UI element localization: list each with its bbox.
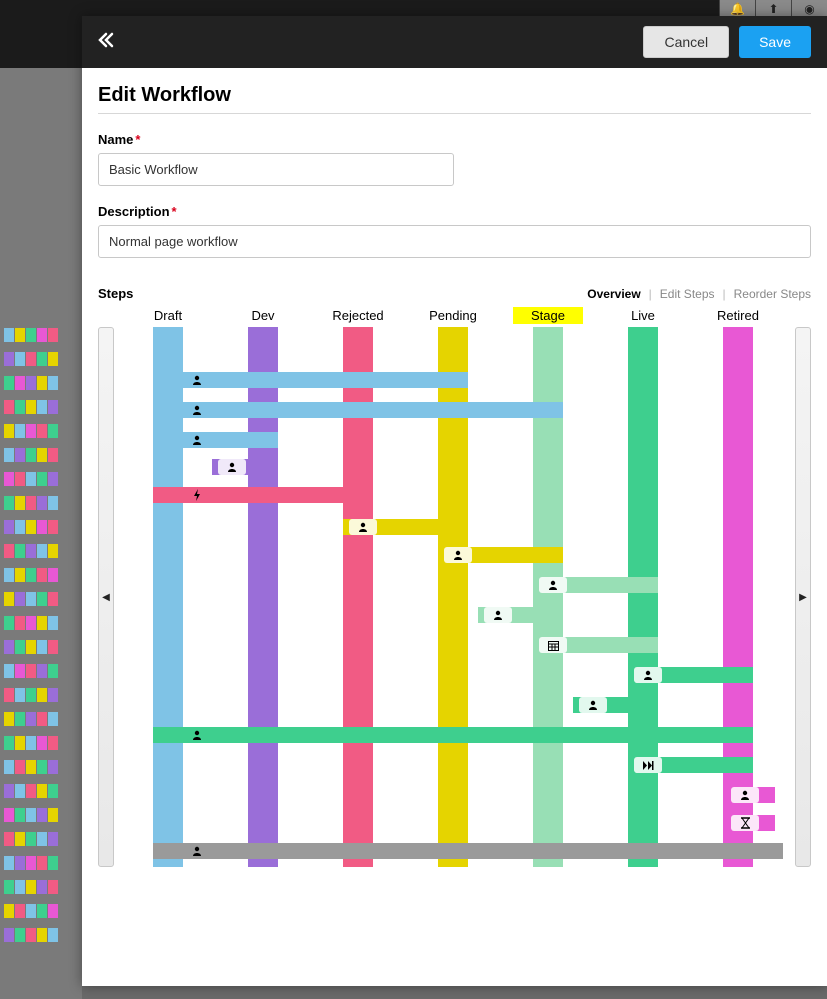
user-icon xyxy=(579,697,607,713)
step-column-retired[interactable] xyxy=(723,327,753,867)
skip-icon xyxy=(634,757,662,773)
step-column-label-draft[interactable]: Draft xyxy=(133,307,203,324)
transition-retired-to-retired[interactable] xyxy=(725,815,775,831)
page-title: Edit Workflow xyxy=(98,84,811,107)
user-icon xyxy=(444,547,472,563)
edit-workflow-panel: Cancel Save Edit Workflow Name* Descript… xyxy=(82,16,827,986)
description-input[interactable] xyxy=(98,225,811,258)
transition-draft-to-pending[interactable] xyxy=(153,372,468,388)
user-icon xyxy=(183,372,211,388)
transition-draft-to-rejected[interactable] xyxy=(153,487,373,503)
bolt-icon xyxy=(183,487,211,503)
panel-header: Cancel Save xyxy=(82,16,827,68)
cancel-button[interactable]: Cancel xyxy=(643,26,729,58)
collapse-panel-icon[interactable] xyxy=(98,31,116,54)
step-column-label-retired[interactable]: Retired xyxy=(703,307,773,324)
name-label: Name* xyxy=(98,132,811,147)
transition-draft-to-retired[interactable] xyxy=(153,727,753,743)
user-icon xyxy=(484,607,512,623)
step-column-label-live[interactable]: Live xyxy=(608,307,678,324)
steps-view-tabs: Overview | Edit Steps | Reorder Steps xyxy=(587,287,811,301)
step-column-label-dev[interactable]: Dev xyxy=(228,307,298,324)
user-icon xyxy=(183,843,211,859)
user-icon xyxy=(183,402,211,418)
diagram-scroll-left[interactable]: ◀ xyxy=(98,327,114,867)
steps-heading: Steps xyxy=(98,286,133,301)
diagram-scroll-right[interactable]: ▶ xyxy=(795,327,811,867)
panel-body: Edit Workflow Name* Description* Steps O… xyxy=(82,68,827,867)
user-icon xyxy=(218,459,246,475)
transition-draft-to-retired[interactable] xyxy=(153,843,783,859)
save-button[interactable]: Save xyxy=(739,26,811,58)
user-icon xyxy=(183,432,211,448)
transition-draft-to-stage[interactable] xyxy=(153,402,563,418)
transition-live-to-retired[interactable] xyxy=(628,757,753,773)
name-input[interactable] xyxy=(98,153,454,186)
user-icon xyxy=(539,577,567,593)
step-column-label-pending[interactable]: Pending xyxy=(418,307,488,324)
tab-overview[interactable]: Overview xyxy=(587,287,640,301)
transition-pending-to-stage[interactable] xyxy=(478,607,538,623)
step-column-label-rejected[interactable]: Rejected xyxy=(323,307,393,324)
transition-live-to-retired[interactable] xyxy=(628,667,753,683)
transition-stage-to-live[interactable] xyxy=(533,577,658,593)
tab-reorder-steps[interactable]: Reorder Steps xyxy=(734,287,811,301)
workflow-diagram: ◀ ▶ Draft Dev Rejected Pending Stage Live Reti… xyxy=(98,307,811,867)
hourglass-icon xyxy=(731,815,759,831)
user-icon xyxy=(349,519,377,535)
user-icon xyxy=(183,727,211,743)
step-column-live[interactable] xyxy=(628,327,658,867)
transition-rejected-to-pending[interactable] xyxy=(343,519,468,535)
calendar-icon xyxy=(539,637,567,653)
user-icon xyxy=(634,667,662,683)
user-icon xyxy=(731,787,759,803)
transition-dev-to-dev[interactable] xyxy=(212,459,256,475)
transition-pending-to-stage[interactable] xyxy=(438,547,563,563)
transition-retired-to-retired[interactable] xyxy=(725,787,775,803)
transition-draft-to-dev[interactable] xyxy=(153,432,278,448)
transition-stage-to-live[interactable] xyxy=(533,637,658,653)
description-label: Description* xyxy=(98,204,811,219)
tab-edit-steps[interactable]: Edit Steps xyxy=(660,287,715,301)
step-column-label-stage[interactable]: Stage xyxy=(513,307,583,324)
transition-stage-to-live[interactable] xyxy=(573,697,633,713)
